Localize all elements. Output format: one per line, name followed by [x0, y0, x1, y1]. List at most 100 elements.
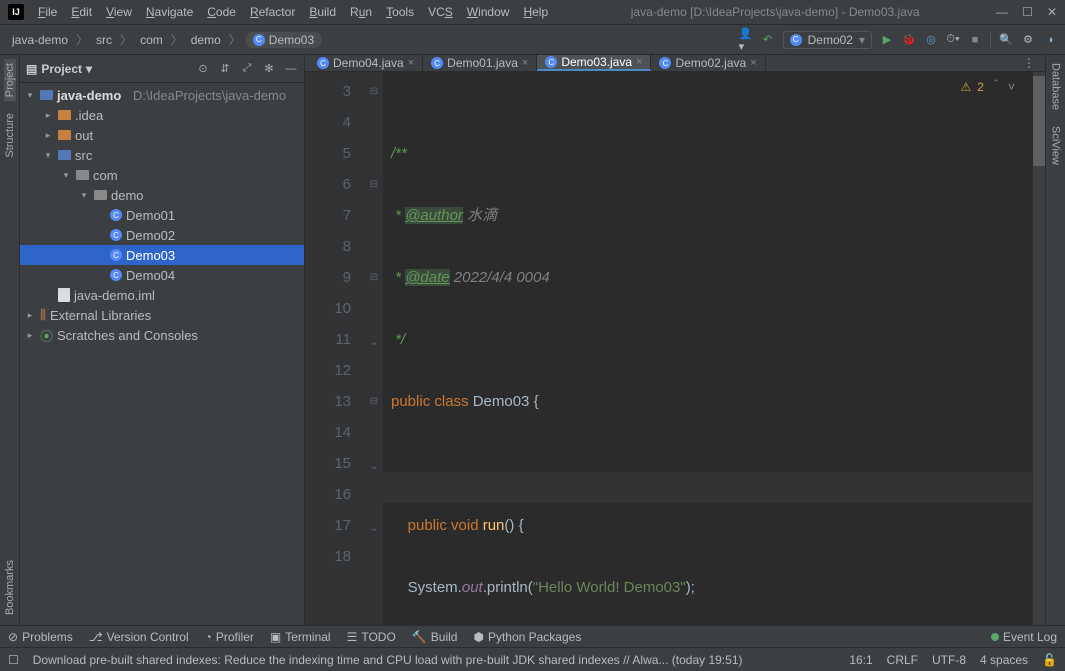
select-opened-icon[interactable]: ⊙: [196, 62, 210, 76]
tool-version-control[interactable]: ⎇Version Control: [89, 630, 189, 644]
rail-project[interactable]: Project: [4, 59, 16, 101]
indent-setting[interactable]: 4 spaces: [980, 653, 1028, 667]
line-number: 3: [309, 76, 351, 107]
menu-window[interactable]: Window: [461, 3, 516, 21]
rail-bookmarks[interactable]: Bookmarks: [4, 556, 16, 619]
tree-iml[interactable]: java-demo.iml: [20, 285, 304, 305]
inspection-badge[interactable]: ⚠2＾˅: [961, 78, 1015, 95]
close-button[interactable]: ✕: [1047, 5, 1057, 19]
panel-title[interactable]: ▤ Project ▾: [26, 62, 92, 76]
tree-external-libraries[interactable]: ▸⫼External Libraries: [20, 305, 304, 325]
crumb-com[interactable]: com: [136, 31, 167, 49]
close-icon[interactable]: ×: [750, 57, 756, 69]
code-text: System.: [408, 579, 462, 596]
fold-marker[interactable]: ⎵: [365, 510, 383, 541]
rail-database[interactable]: Database: [1050, 59, 1062, 114]
tree-demo[interactable]: ▾demo: [20, 185, 304, 205]
run-button[interactable]: ▶: [880, 33, 894, 47]
stop-button[interactable]: ■: [968, 33, 982, 47]
readonly-icon[interactable]: 🔓: [1042, 653, 1057, 667]
tree-idea[interactable]: ▸.idea: [20, 105, 304, 125]
close-icon[interactable]: ×: [636, 56, 642, 68]
crumb-class[interactable]: CDemo03: [245, 32, 322, 48]
menu-build[interactable]: Build: [303, 3, 342, 21]
menu-vcs[interactable]: VCS: [422, 3, 459, 21]
panel-title-label: Project: [41, 62, 82, 76]
tool-todo[interactable]: ☰TODO: [347, 630, 396, 644]
fold-marker[interactable]: ⎵: [365, 324, 383, 355]
tool-build[interactable]: 🔨Build: [412, 630, 458, 644]
tree-file-demo03[interactable]: CDemo03: [20, 245, 304, 265]
close-icon[interactable]: ×: [408, 57, 414, 69]
fold-marker[interactable]: ⊟: [365, 262, 383, 293]
editor-scrollbar[interactable]: [1033, 72, 1045, 625]
tool-profiler[interactable]: ◔Profiler: [205, 630, 254, 644]
line-separator[interactable]: CRLF: [887, 653, 918, 667]
code-editor[interactable]: 3 4 5 6 7 8 9 10 11 12 13 14 15 16 17 18…: [305, 72, 1045, 625]
tool-event-log[interactable]: Event Log: [991, 630, 1057, 644]
expand-all-icon[interactable]: ⇵: [218, 62, 232, 76]
tab-demo04[interactable]: CDemo04.java×: [309, 55, 423, 71]
code-area[interactable]: /** * @author 水滴 * @date 2022/4/4 0004 *…: [383, 72, 1045, 625]
tree-src[interactable]: ▾src: [20, 145, 304, 165]
menu-edit[interactable]: Edit: [65, 3, 98, 21]
fold-marker[interactable]: ⊟: [365, 169, 383, 200]
file-encoding[interactable]: UTF-8: [932, 653, 966, 667]
tab-demo03[interactable]: CDemo03.java×: [537, 55, 651, 71]
tab-demo02[interactable]: CDemo02.java×: [651, 55, 765, 71]
tab-demo01[interactable]: CDemo01.java×: [423, 55, 537, 71]
caret-position[interactable]: 16:1: [849, 653, 872, 667]
crumb-root[interactable]: java-demo: [8, 31, 72, 49]
settings-icon[interactable]: ✻: [262, 62, 276, 76]
coverage-button[interactable]: ◎: [924, 33, 938, 47]
class-icon: C: [253, 34, 265, 46]
tree-file-demo01[interactable]: CDemo01: [20, 205, 304, 225]
fold-marker[interactable]: ⊟: [365, 76, 383, 107]
menu-view[interactable]: View: [100, 3, 138, 21]
crumb-src[interactable]: src: [92, 31, 116, 49]
profiler-icon: ◔: [205, 630, 212, 644]
search-button[interactable]: 🔍: [999, 33, 1013, 47]
tree-out[interactable]: ▸out: [20, 125, 304, 145]
menu-run[interactable]: Run: [344, 3, 378, 21]
debug-button[interactable]: 🐞: [902, 33, 916, 47]
line-number: 9: [309, 262, 351, 293]
profile-button[interactable]: ⏱▾: [946, 33, 960, 47]
menu-refactor[interactable]: Refactor: [244, 3, 301, 21]
tree-com[interactable]: ▾com: [20, 165, 304, 185]
tree-scratches[interactable]: ▸⦿Scratches and Consoles: [20, 325, 304, 345]
maximize-button[interactable]: ☐: [1022, 5, 1033, 19]
crumb-demo[interactable]: demo: [187, 31, 225, 49]
close-icon[interactable]: ×: [522, 57, 528, 69]
todo-icon: ☰: [347, 630, 358, 644]
menu-help[interactable]: Help: [517, 3, 554, 21]
tool-terminal[interactable]: ▣Terminal: [270, 630, 331, 644]
fold-marker[interactable]: ⊟: [365, 386, 383, 417]
tabs-menu[interactable]: ⋮: [1013, 56, 1045, 70]
status-message[interactable]: Download pre-built shared indexes: Reduc…: [33, 653, 836, 667]
back-icon[interactable]: ↶: [761, 33, 775, 47]
class-icon: C: [659, 57, 671, 69]
menu-navigate[interactable]: Navigate: [140, 3, 199, 21]
tool-problems[interactable]: ⊘Problems: [8, 630, 73, 644]
fold-marker[interactable]: ⎵: [365, 448, 383, 479]
hide-panel-icon[interactable]: —: [284, 62, 298, 76]
rail-sciview[interactable]: SciView: [1050, 122, 1062, 169]
minimize-button[interactable]: —: [996, 5, 1008, 19]
user-icon[interactable]: 👤▾: [739, 33, 753, 47]
run-config-selector[interactable]: CDemo02▾: [783, 31, 872, 49]
menu-tools[interactable]: Tools: [380, 3, 420, 21]
code-text: class: [434, 393, 472, 410]
tree-file-demo02[interactable]: CDemo02: [20, 225, 304, 245]
tree-file-demo04[interactable]: CDemo04: [20, 265, 304, 285]
right-tool-rail: Database SciView: [1045, 55, 1065, 625]
status-menu-icon[interactable]: ☐: [8, 653, 19, 667]
menu-code[interactable]: Code: [201, 3, 242, 21]
tool-python-packages[interactable]: ⬢Python Packages: [473, 630, 581, 644]
settings-button[interactable]: ⚙: [1021, 33, 1035, 47]
menu-file[interactable]: File: [32, 3, 63, 21]
collapse-all-icon[interactable]: ⤢: [240, 62, 254, 76]
rail-structure[interactable]: Structure: [4, 109, 16, 162]
tree-root[interactable]: ▾java-demo D:\IdeaProjects\java-demo: [20, 85, 304, 105]
ide-updates-icon[interactable]: ◑: [1043, 33, 1057, 47]
